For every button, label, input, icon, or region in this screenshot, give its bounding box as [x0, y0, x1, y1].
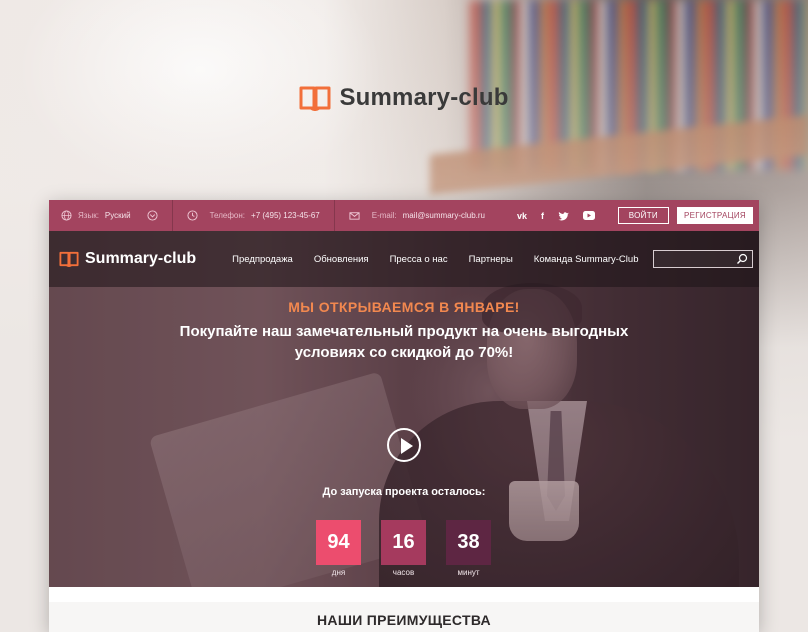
nav-menu: Предпродажа Обновления Пресса о нас Парт…	[232, 254, 638, 265]
nav-item-presale[interactable]: Предпродажа	[232, 254, 293, 265]
countdown-title: До запуска проекта осталось:	[322, 486, 486, 498]
logo-text: Summary-club	[85, 250, 197, 267]
mail-icon	[349, 212, 360, 220]
globe-icon	[61, 210, 72, 221]
language-label: Язык:	[78, 211, 99, 220]
email-value[interactable]: mail@summary-club.ru	[403, 211, 485, 220]
chevron-down-icon[interactable]	[147, 210, 158, 221]
nav-item-team[interactable]: Команда Summary-Club	[534, 254, 639, 265]
counter-hours-value: 16	[381, 520, 426, 565]
language-value: Руский	[104, 211, 131, 220]
language-selector[interactable]: Язык: Руский	[61, 200, 172, 231]
open-book-icon	[59, 251, 79, 267]
divider	[171, 200, 173, 231]
divider	[333, 200, 335, 231]
site-logo[interactable]: Summary-club	[59, 250, 196, 268]
clock-icon	[187, 210, 198, 221]
presentation-brand: Summary-club	[0, 84, 808, 112]
twitter-icon[interactable]	[558, 211, 569, 221]
counter-days-value: 94	[316, 520, 361, 565]
counter-days: 94 дня	[316, 520, 361, 577]
open-book-icon	[299, 86, 331, 111]
email-info: E-mail: mail@summary-club.ru	[349, 200, 499, 231]
email-label: E-mail:	[371, 211, 397, 220]
facebook-icon[interactable]: f	[541, 211, 544, 221]
nav-item-updates[interactable]: Обновления	[314, 254, 369, 265]
nav-item-press[interactable]: Пресса о нас	[390, 254, 448, 265]
phone-value[interactable]: +7 (495) 123-45-67	[251, 211, 320, 220]
hero-headline: МЫ ОТКРЫВАЕМСЯ В ЯНВАРЕ!	[288, 299, 520, 315]
hero-content: МЫ ОТКРЫВАЕМСЯ В ЯНВАРЕ! Покупайте наш з…	[49, 299, 759, 363]
counter-minutes: 38 минут	[446, 520, 491, 577]
phone-info: Телефон: +7 (495) 123-45-67	[187, 200, 334, 231]
top-info-bar: Язык: Руский Телефон: +7 (495) 123-45-67…	[49, 200, 759, 231]
counter-hours: 16 часов	[381, 520, 426, 577]
website-mockup: Язык: Руский Телефон: +7 (495) 123-45-67…	[49, 200, 759, 632]
counter-hours-label: часов	[392, 568, 415, 577]
counter-days-label: дня	[331, 568, 346, 577]
auth-buttons: ВОЙТИ РЕГИСТРАЦИЯ	[617, 207, 759, 224]
counter-minutes-value: 38	[446, 520, 491, 565]
social-links: vk f	[517, 210, 596, 221]
phone-label: Телефон:	[209, 211, 246, 220]
vk-icon[interactable]: vk	[517, 211, 527, 221]
search-icon[interactable]	[736, 253, 748, 265]
nav-item-partners[interactable]: Партнеры	[469, 254, 513, 265]
youtube-icon[interactable]	[583, 210, 596, 220]
section-title: НАШИ ПРЕИМУЩЕСТВА	[317, 612, 491, 628]
register-button[interactable]: РЕГИСТРАЦИЯ	[676, 207, 753, 224]
main-navigation: Summary-club Предпродажа Обновления Прес…	[49, 231, 759, 287]
counter-minutes-label: минут	[457, 568, 480, 577]
hero-section: Summary-club Предпродажа Обновления Прес…	[49, 231, 759, 587]
advantages-section: НАШИ ПРЕИМУЩЕСТВА	[49, 602, 759, 632]
countdown-timer: 94 дня 16 часов 38 минут	[316, 520, 491, 577]
hero-subline: Покупайте наш замечательный продукт на о…	[179, 323, 629, 361]
brand-name: Summary-club	[339, 84, 509, 111]
login-button[interactable]: ВОЙТИ	[617, 207, 669, 224]
search-input[interactable]	[653, 250, 753, 268]
play-video-button[interactable]	[387, 428, 421, 462]
